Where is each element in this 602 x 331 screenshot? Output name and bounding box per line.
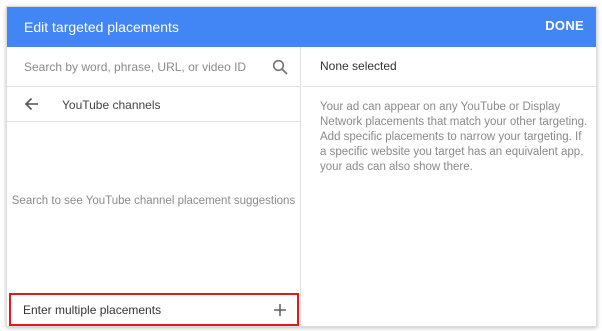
edit-placements-dialog: Edit targeted placements DONE YouTube ch…	[6, 6, 597, 327]
selection-status: None selected	[320, 59, 397, 73]
channel-nav-row: YouTube channels	[7, 88, 300, 122]
enter-multiple-placements-button[interactable]: Enter multiple placements	[9, 293, 299, 326]
targeting-info-text: Your ad can appear on any YouTube or Dis…	[320, 101, 588, 173]
arrow-back-icon[interactable]	[24, 96, 40, 112]
dialog-header: Edit targeted placements DONE	[7, 7, 596, 47]
youtube-channels-label: YouTube channels	[62, 98, 161, 112]
enter-multiple-placements-label: Enter multiple placements	[23, 303, 162, 317]
plus-icon[interactable]	[273, 303, 287, 317]
dialog-title: Edit targeted placements	[24, 19, 179, 35]
right-pane: None selected Your ad can appear on any …	[302, 47, 597, 327]
search-icon[interactable]	[272, 59, 288, 75]
done-button[interactable]: DONE	[545, 18, 584, 33]
search-input[interactable]	[24, 57, 264, 77]
left-pane: YouTube channels Search to see YouTube c…	[7, 47, 301, 327]
suggestions-hint: Search to see YouTube channel placement …	[11, 195, 296, 207]
selection-status-row: None selected	[302, 47, 597, 87]
search-row	[7, 47, 300, 87]
